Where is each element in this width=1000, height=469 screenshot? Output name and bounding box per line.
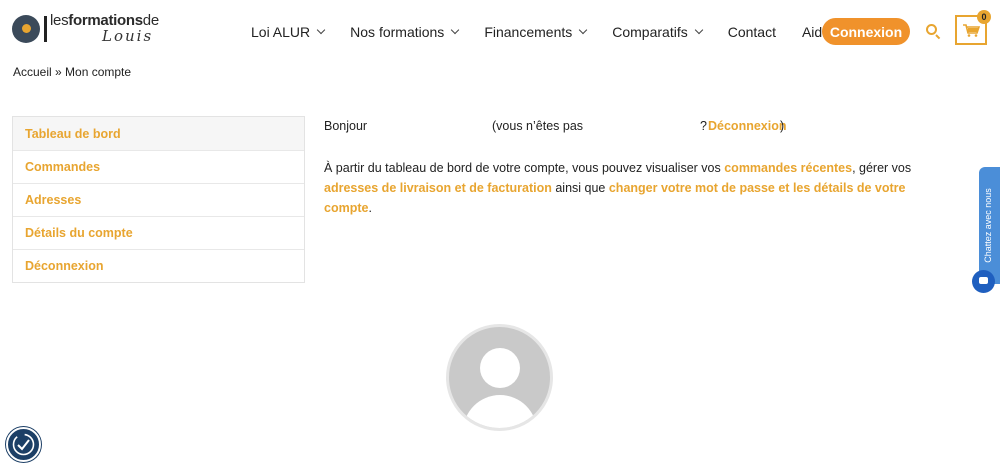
nav-item-contact[interactable]: Contact [728, 24, 776, 40]
recent-orders-link[interactable]: commandes récentes [724, 161, 852, 175]
cart-count-badge: 0 [977, 10, 991, 24]
nav-item-comparatifs[interactable]: Comparatifs [612, 24, 703, 40]
nav-item-financements[interactable]: Financements [484, 24, 588, 40]
accessibility-button[interactable] [6, 427, 41, 462]
chevron-down-icon [451, 25, 460, 35]
site-logo[interactable]: lesformationsde Louis [12, 13, 159, 44]
greeting-line: Bonjour (vous n’êtes pas ? Déconnexion ) [324, 119, 964, 137]
greeting-prefix: Bonjour [324, 119, 368, 133]
intro-text-2: , gérer vos [852, 161, 912, 175]
chat-bubble-icon[interactable] [972, 270, 995, 293]
nav-item-label: Comparatifs [612, 24, 688, 40]
nav-item-label: Nos formations [350, 24, 445, 40]
main-nav: Loi ALUR Nos formations Financements Com… [251, 18, 856, 46]
greeting-middle: (vous n’êtes pas [492, 119, 584, 133]
avatar-body [463, 395, 537, 428]
logo-bar [44, 15, 47, 42]
intro-text-4: . [368, 201, 372, 215]
cart-button[interactable]: 0 [955, 10, 991, 45]
greeting-question: ? [700, 119, 707, 133]
chevron-down-icon [694, 25, 703, 35]
greeting-close: ) [780, 119, 785, 133]
sidebar-item-commandes[interactable]: Commandes [13, 150, 304, 183]
sidebar-item-adresses[interactable]: Adresses [13, 183, 304, 216]
search-icon[interactable] [926, 24, 937, 35]
login-button[interactable]: Connexion [822, 18, 910, 45]
nav-item-label: Loi ALUR [251, 24, 311, 40]
nav-item-label: Contact [727, 24, 776, 40]
nav-item-nos-formations[interactable]: Nos formations [350, 24, 460, 40]
nav-item-label: Financements [484, 24, 573, 40]
logo-text: lesformationsde Louis [50, 13, 159, 44]
sidebar-item-tableau-de-bord[interactable]: Tableau de bord [13, 117, 304, 150]
chat-tab[interactable]: Chattez avec nous [979, 167, 1000, 284]
intro-text-3: ainsi que [551, 181, 609, 195]
chevron-down-icon [316, 25, 326, 35]
chevron-down-icon [579, 25, 588, 35]
avatar [446, 324, 553, 431]
account-dashboard: Bonjour (vous n’êtes pas ? Déconnexion )… [324, 119, 964, 218]
site-header: lesformationsde Louis Loi ALUR Nos forma… [0, 0, 1000, 62]
intro-text-1: À partir du tableau de bord de votre com… [324, 161, 725, 175]
sidebar-item-details-du-compte[interactable]: Détails du compte [13, 216, 304, 249]
addresses-link[interactable]: adresses de livraison et de facturation [324, 181, 552, 195]
logout-link[interactable]: Déconnexion [708, 119, 787, 133]
logo-text-les: les [50, 12, 69, 29]
sidebar-item-deconnexion[interactable]: Déconnexion [13, 249, 304, 282]
chat-tab-label: Chattez avec nous [983, 188, 993, 263]
accessibility-icon [12, 433, 35, 456]
nav-item-loi-alur[interactable]: Loi ALUR [251, 24, 326, 40]
avatar-head [480, 348, 520, 388]
breadcrumb: Accueil » Mon compte [13, 65, 132, 79]
dashboard-intro: À partir du tableau de bord de votre com… [324, 158, 956, 218]
logo-text-louis: Louis [102, 27, 154, 45]
account-sidebar: Tableau de bord Commandes Adresses Détai… [12, 116, 305, 283]
cart-icon [963, 24, 980, 37]
logo-mark-icon [12, 14, 40, 43]
